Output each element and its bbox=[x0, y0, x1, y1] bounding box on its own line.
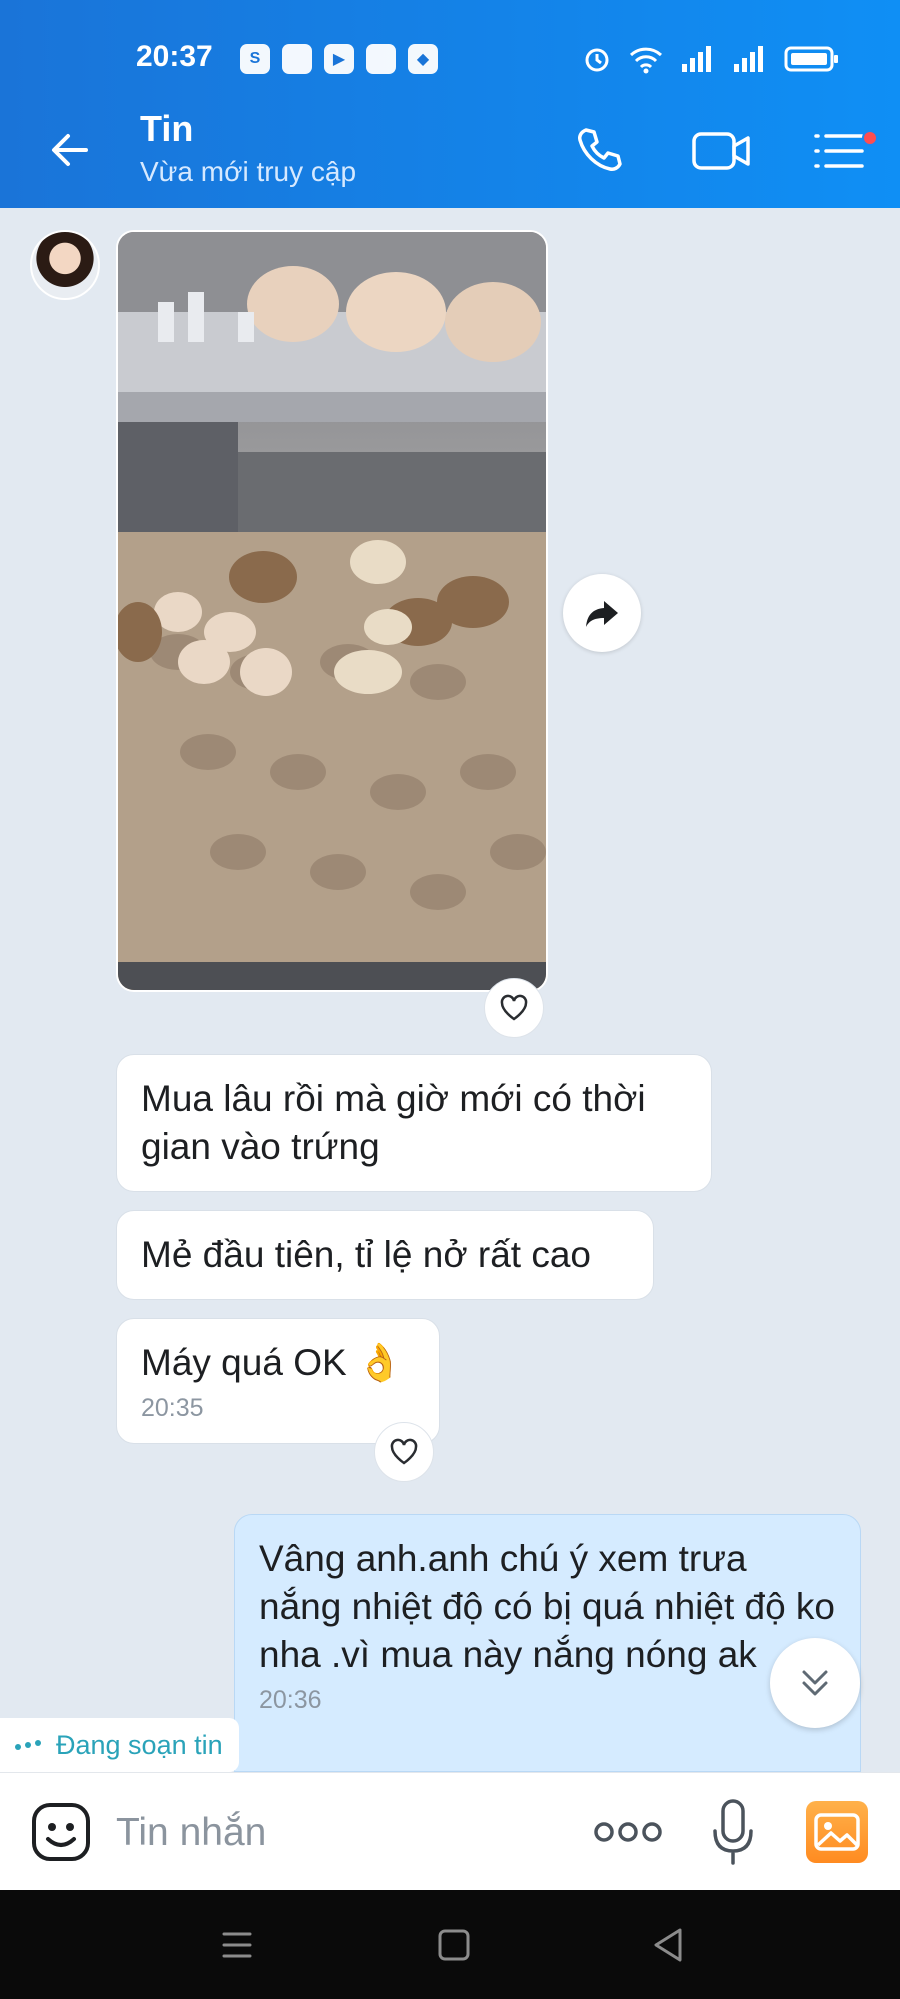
signal-icon bbox=[734, 46, 763, 72]
more-options-icon[interactable] bbox=[592, 1815, 664, 1849]
video-call-icon[interactable] bbox=[690, 120, 752, 182]
message-text: Mẻ đầu tiên, tỉ lệ nở rất cao bbox=[141, 1234, 591, 1275]
battery-icon bbox=[784, 46, 838, 72]
emoji-sticker-icon[interactable] bbox=[30, 1801, 92, 1863]
youtube-app-icon: ▶ bbox=[324, 44, 354, 74]
image-message[interactable] bbox=[116, 230, 548, 992]
message-time: 20:36 bbox=[259, 1686, 322, 1714]
status-time: 20:37 bbox=[136, 40, 213, 73]
last-seen-status: Vừa mới truy cập bbox=[140, 156, 357, 187]
back-icon[interactable] bbox=[644, 1922, 694, 1968]
share-forward-button[interactable] bbox=[563, 574, 641, 652]
typing-indicator-text: Đang soạn tin bbox=[56, 1729, 223, 1760]
message-text: Vâng anh.anh chú ý xem trưa nắng nhiệt đ… bbox=[259, 1538, 836, 1675]
home-icon[interactable] bbox=[428, 1922, 478, 1968]
alarm-icon bbox=[585, 48, 609, 72]
message-input[interactable]: Tin nhắn bbox=[116, 1811, 266, 1855]
message-time: 20:35 bbox=[141, 1394, 204, 1422]
system-navigation-bar bbox=[0, 1890, 900, 1999]
image-icon bbox=[814, 1813, 860, 1851]
image-gallery-icon[interactable] bbox=[806, 1801, 868, 1863]
signal-icon bbox=[682, 46, 711, 72]
forward-arrow-icon bbox=[586, 601, 618, 627]
back-arrow-icon[interactable] bbox=[42, 122, 98, 178]
message-text: Mua lâu rồi mà giờ mới có thời gian vào … bbox=[141, 1078, 646, 1167]
typing-dots-icon bbox=[15, 1740, 41, 1750]
react-heart-button[interactable] bbox=[484, 978, 544, 1038]
game-app-icon: ◆ bbox=[408, 44, 438, 74]
my-message-bubble[interactable]: Vâng anh.anh chú ý xem trưa nắng nhiệt đ… bbox=[234, 1514, 861, 1772]
status-bar: 20:37 S ▶ ◆ bbox=[0, 0, 900, 90]
recent-apps-icon[interactable] bbox=[212, 1922, 262, 1968]
contact-name[interactable]: Tin bbox=[140, 108, 193, 150]
double-chevron-down-icon bbox=[802, 1670, 828, 1696]
scroll-to-bottom-button[interactable] bbox=[770, 1638, 860, 1728]
contact-avatar[interactable] bbox=[30, 230, 100, 300]
wifi-icon bbox=[629, 47, 663, 74]
message-bubble[interactable]: Mẻ đầu tiên, tỉ lệ nở rất cao bbox=[116, 1210, 654, 1300]
microphone-icon[interactable] bbox=[708, 1797, 758, 1869]
incubator-photo bbox=[118, 232, 546, 990]
react-heart-button[interactable] bbox=[374, 1422, 434, 1482]
messenger-app-icon bbox=[282, 44, 312, 74]
message-composer: Tin nhắn bbox=[0, 1772, 900, 1890]
menu-icon[interactable] bbox=[810, 120, 872, 182]
message-bubble[interactable]: Mua lâu rồi mà giờ mới có thời gian vào … bbox=[116, 1054, 712, 1192]
status-app-icons: S ▶ ◆ bbox=[240, 44, 438, 74]
heart-outline-icon bbox=[500, 994, 528, 1021]
heart-outline-icon bbox=[390, 1438, 418, 1465]
shopee-app-icon: S bbox=[240, 44, 270, 74]
notification-dot bbox=[862, 130, 878, 146]
message-text: Máy quá OK 👌 bbox=[141, 1342, 403, 1383]
chat-app-icon bbox=[366, 44, 396, 74]
chat-header: Tin Vừa mới truy cập bbox=[0, 90, 900, 208]
phone-icon[interactable] bbox=[568, 120, 630, 182]
typing-indicator: Đang soạn tin bbox=[0, 1718, 239, 1772]
status-system-icons bbox=[582, 44, 840, 74]
